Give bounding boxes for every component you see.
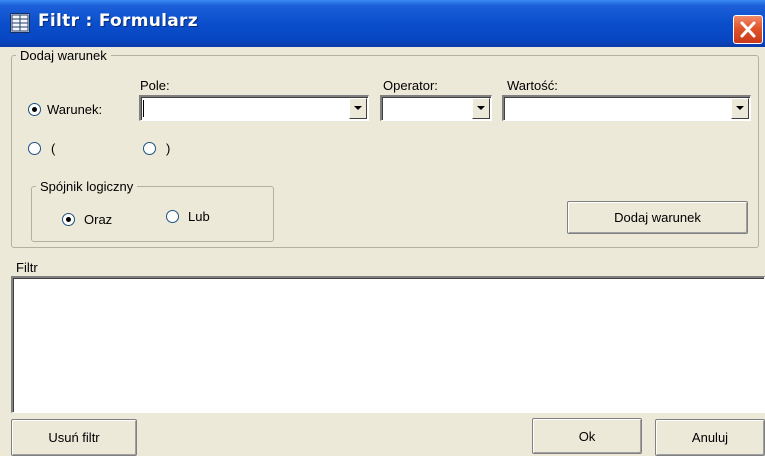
remove-filter-button[interactable]: Usuń filtr xyxy=(11,419,137,456)
operator-combo[interactable] xyxy=(380,95,492,121)
radio-unchecked-icon xyxy=(143,142,156,155)
radio-checked-icon xyxy=(28,103,41,116)
field-dropdown-button[interactable] xyxy=(349,98,367,119)
field-label: Pole: xyxy=(140,78,170,93)
radio-unchecked-icon xyxy=(166,210,179,223)
close-paren-radio[interactable]: ) xyxy=(143,141,170,156)
and-radio[interactable]: Oraz xyxy=(62,212,112,227)
and-radio-label: Oraz xyxy=(84,212,113,227)
radio-unchecked-icon xyxy=(28,142,41,155)
operator-label: Operator: xyxy=(383,78,438,93)
close-paren-label: ) xyxy=(166,141,171,156)
text-cursor xyxy=(143,100,144,117)
window-title: Filtr : Formularz xyxy=(38,11,198,31)
cancel-button[interactable]: Anuluj xyxy=(655,419,765,456)
chevron-down-icon xyxy=(477,106,485,110)
logical-connector-legend: Spójnik logiczny xyxy=(40,179,134,194)
close-button[interactable] xyxy=(733,15,763,44)
title-bar[interactable]: Filtr : Formularz xyxy=(0,0,765,47)
chevron-down-icon xyxy=(354,106,362,110)
or-radio[interactable]: Lub xyxy=(166,209,210,224)
add-condition-legend: Dodaj warunek xyxy=(20,48,107,63)
value-combo[interactable] xyxy=(502,95,751,121)
form-icon xyxy=(10,13,30,33)
chevron-down-icon xyxy=(736,106,744,110)
field-combo[interactable] xyxy=(139,95,369,121)
value-dropdown-button[interactable] xyxy=(731,98,749,119)
open-paren-label: ( xyxy=(51,141,56,156)
logical-connector-group: Spójnik logiczny xyxy=(31,179,274,242)
condition-radio-label: Warunek: xyxy=(47,102,103,117)
operator-dropdown-button[interactable] xyxy=(472,98,490,119)
open-paren-radio[interactable]: ( xyxy=(28,141,55,156)
radio-checked-icon xyxy=(62,213,75,226)
ok-button[interactable]: Ok xyxy=(532,418,642,454)
close-x-icon xyxy=(740,21,756,38)
filter-textarea[interactable] xyxy=(11,276,765,413)
filter-label: Filtr xyxy=(16,260,38,275)
add-condition-button[interactable]: Dodaj warunek xyxy=(567,201,748,234)
value-label: Wartość: xyxy=(507,78,558,93)
condition-radio[interactable]: Warunek: xyxy=(28,102,102,117)
or-radio-label: Lub xyxy=(188,209,210,224)
